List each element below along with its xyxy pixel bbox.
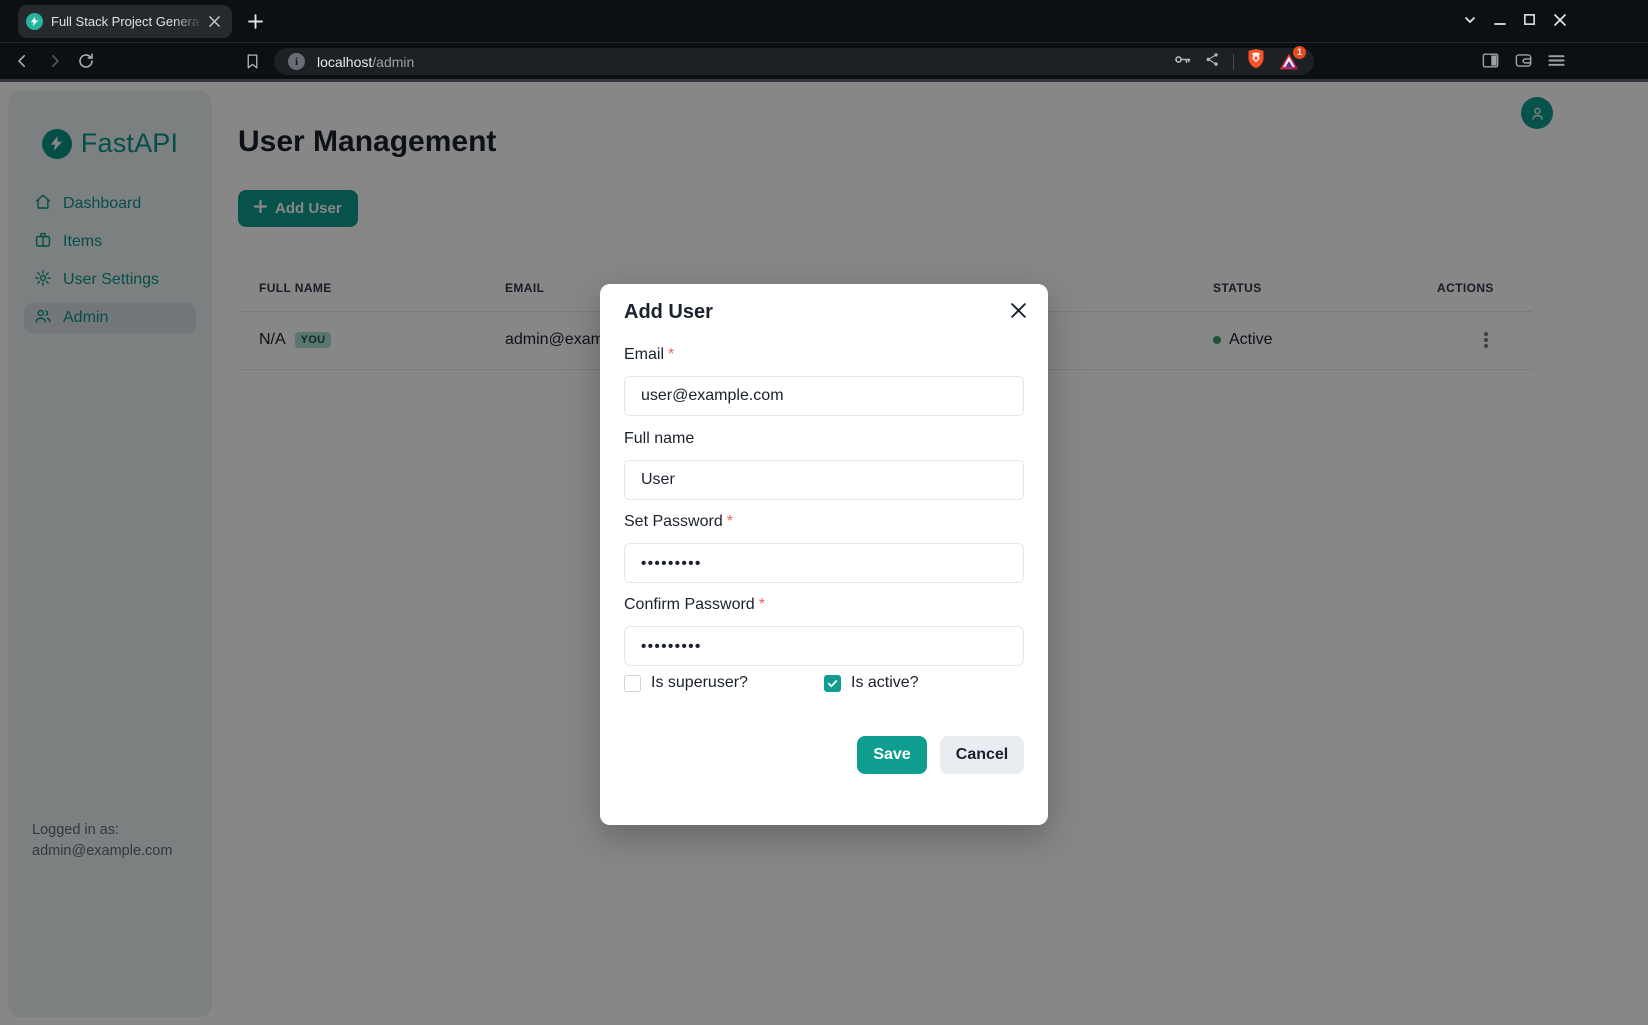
- window-minimize-button[interactable]: [1491, 11, 1508, 28]
- set-password-label: Set Password*: [624, 513, 733, 531]
- browser-toolbar: i localhost/admin: [0, 42, 1648, 82]
- checkbox-unchecked-icon: [624, 675, 641, 692]
- add-user-modal: Add User Email* Full name Set Password* …: [600, 284, 1048, 825]
- browser-tab[interactable]: Full Stack Project Genera: [18, 5, 232, 38]
- toolbar-divider: [1233, 54, 1234, 70]
- cancel-button[interactable]: Cancel: [940, 736, 1024, 774]
- required-asterisk: *: [759, 596, 765, 613]
- back-button[interactable]: [12, 51, 32, 71]
- reload-button[interactable]: [76, 51, 96, 71]
- modal-close-icon[interactable]: [1004, 296, 1032, 324]
- modal-title: Add User: [624, 301, 713, 324]
- password-key-icon[interactable]: [1173, 50, 1192, 74]
- tab-search-chevron-icon[interactable]: [1461, 11, 1478, 28]
- brave-rewards-icon[interactable]: 1: [1278, 51, 1300, 73]
- full-name-field[interactable]: [624, 460, 1024, 500]
- forward-button[interactable]: [45, 51, 65, 71]
- required-asterisk: *: [727, 513, 733, 530]
- window-maximize-button[interactable]: [1521, 11, 1538, 28]
- site-info-icon[interactable]: i: [288, 53, 305, 70]
- menu-hamburger-icon[interactable]: [1547, 51, 1566, 75]
- required-asterisk: *: [668, 346, 674, 363]
- tab-close-icon[interactable]: [205, 13, 223, 31]
- url-text: localhost/admin: [317, 54, 414, 70]
- checkbox-checked-icon: [824, 675, 841, 692]
- webpage: FastAPI Dashboard Items User Settings: [0, 82, 1648, 1025]
- save-button[interactable]: Save: [857, 736, 927, 774]
- window-close-button[interactable]: [1551, 11, 1568, 28]
- email-label: Email*: [624, 346, 674, 364]
- is-superuser-checkbox[interactable]: Is superuser?: [624, 674, 824, 692]
- wallet-icon[interactable]: [1514, 51, 1533, 75]
- tab-title: Full Stack Project Genera: [51, 14, 203, 29]
- is-active-checkbox[interactable]: Is active?: [824, 674, 919, 692]
- sidebar-panel-icon[interactable]: [1481, 51, 1500, 75]
- bookmark-icon[interactable]: [242, 51, 262, 71]
- address-bar[interactable]: i localhost/admin: [274, 48, 1314, 75]
- share-icon[interactable]: [1204, 51, 1221, 73]
- fastapi-favicon-icon: [26, 13, 43, 30]
- confirm-password-label: Confirm Password*: [624, 596, 765, 614]
- brave-shield-icon[interactable]: [1246, 48, 1266, 75]
- confirm-password-field[interactable]: [624, 626, 1024, 666]
- rewards-notification-badge: 1: [1293, 46, 1306, 59]
- new-tab-button[interactable]: [242, 8, 268, 34]
- email-field[interactable]: [624, 376, 1024, 416]
- full-name-label: Full name: [624, 430, 694, 448]
- browser-titlebar: Full Stack Project Genera: [0, 0, 1648, 42]
- set-password-field[interactable]: [624, 543, 1024, 583]
